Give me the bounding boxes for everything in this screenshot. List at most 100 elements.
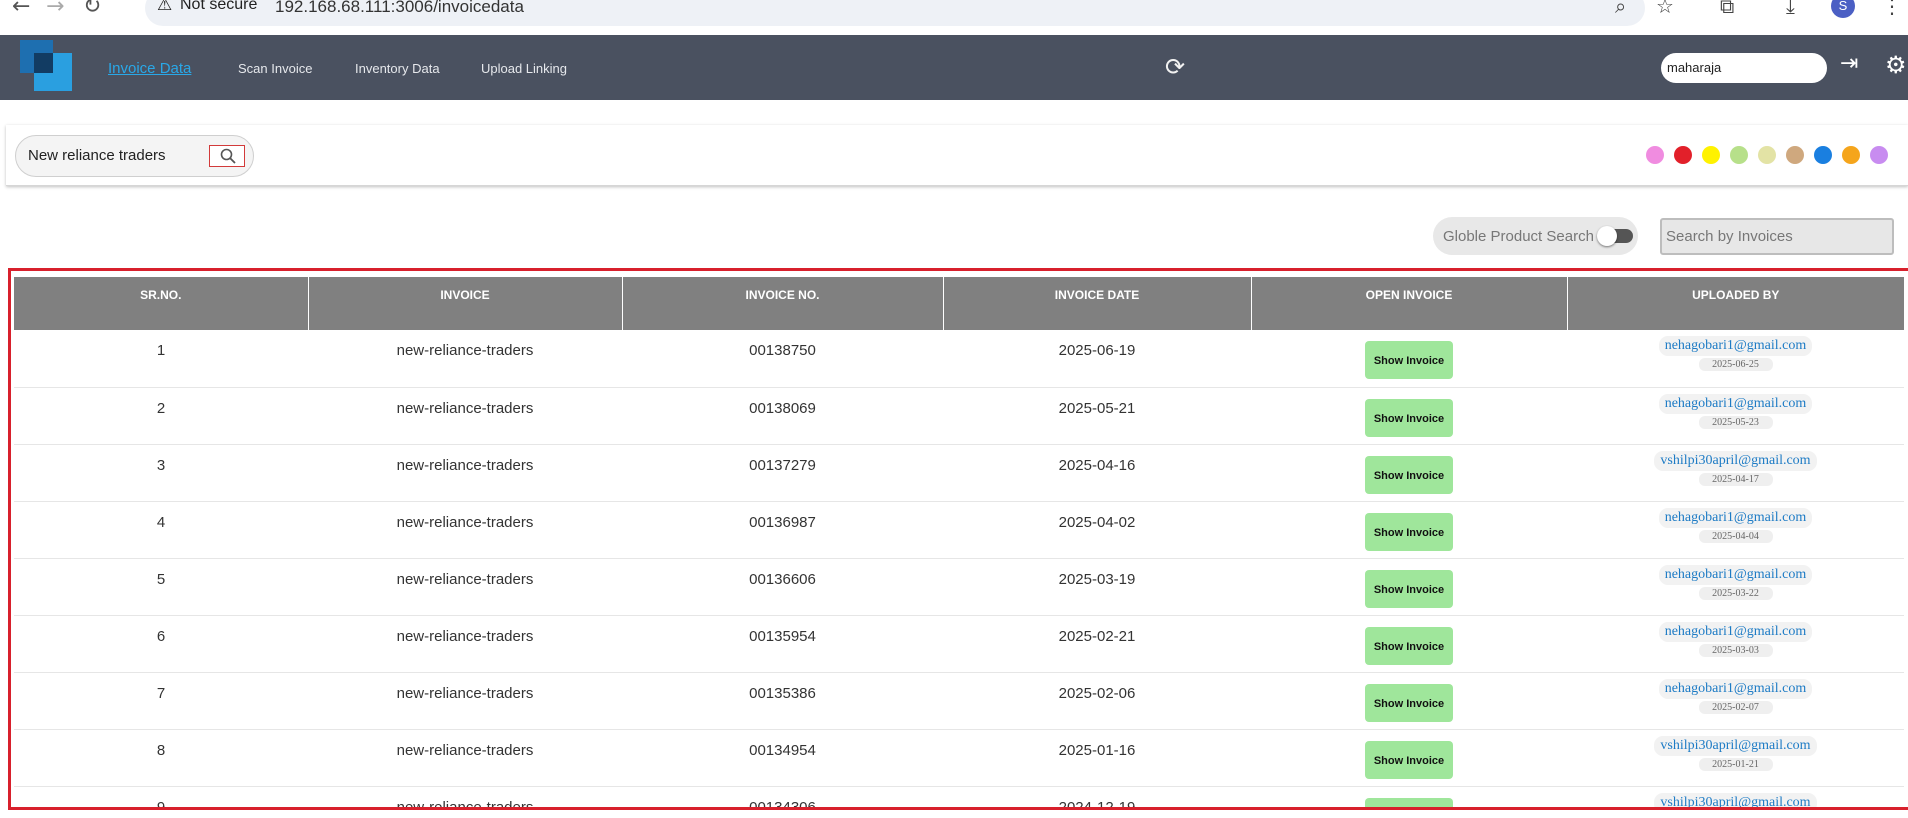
- open-invoice-cell: Show Invoice: [1251, 444, 1567, 502]
- upload-date: 2025-02-07: [1698, 700, 1773, 714]
- global-search-toggle[interactable]: [1597, 226, 1633, 246]
- invoice-name-cell: new-reliance-traders: [308, 387, 622, 445]
- column-header: INVOICE NO.: [621, 277, 943, 330]
- show-invoice-button[interactable]: Show Invoice: [1365, 398, 1453, 437]
- invoice-date-cell: 2025-03-19: [943, 558, 1251, 616]
- extensions-icon[interactable]: ⧉: [1720, 0, 1734, 18]
- supplier-search: [15, 135, 254, 177]
- sr-no-cell: 4: [14, 501, 308, 559]
- forward-arrow-icon[interactable]: →: [46, 0, 64, 19]
- search-button[interactable]: [209, 145, 245, 167]
- invoice-date-cell: 2025-06-19: [943, 330, 1251, 388]
- zoom-icon[interactable]: ⌕: [1615, 0, 1626, 18]
- color-filter-dot[interactable]: [1730, 146, 1748, 164]
- uploader-email[interactable]: vshilpi30april@gmail.com: [1654, 735, 1817, 756]
- invoice-date-cell: 2025-05-21: [943, 387, 1251, 445]
- open-invoice-cell: Show Invoice: [1251, 501, 1567, 559]
- sr-no-cell: 3: [14, 444, 308, 502]
- uploader-email[interactable]: vshilpi30april@gmail.com: [1654, 450, 1817, 471]
- color-filter-dot[interactable]: [1870, 146, 1888, 164]
- color-filter-dot[interactable]: [1758, 146, 1776, 164]
- invoice-name-cell: new-reliance-traders: [308, 615, 622, 673]
- show-invoice-button[interactable]: Show Invoice: [1365, 569, 1453, 608]
- invoice-date-cell: 2025-02-06: [943, 672, 1251, 730]
- uploader-email[interactable]: nehagobari1@gmail.com: [1658, 678, 1813, 699]
- invoice-number-cell: 00134954: [622, 729, 943, 787]
- uploader-email[interactable]: nehagobari1@gmail.com: [1658, 507, 1813, 528]
- upload-date: 2025-04-04: [1698, 529, 1773, 543]
- uploader-email[interactable]: nehagobari1@gmail.com: [1658, 393, 1813, 414]
- invoice-name-cell: new-reliance-traders: [308, 444, 622, 502]
- app-logo: [20, 40, 75, 92]
- invoice-name-cell: new-reliance-traders: [308, 786, 622, 807]
- color-filter-dot[interactable]: [1814, 146, 1832, 164]
- uploader-email[interactable]: nehagobari1@gmail.com: [1658, 336, 1813, 356]
- bookmark-star-icon[interactable]: ☆: [1656, 0, 1674, 18]
- show-invoice-button[interactable]: Show Invoice: [1365, 797, 1453, 807]
- invoice-number-cell: 00138069: [622, 387, 943, 445]
- logout-icon[interactable]: ⇥: [1840, 51, 1858, 76]
- nav-inventory-data[interactable]: Inventory Data: [355, 61, 440, 76]
- column-header: UPLOADED BY: [1566, 277, 1904, 330]
- column-header: SR.NO.: [14, 277, 308, 330]
- uploader-email[interactable]: vshilpi30april@gmail.com: [1654, 792, 1817, 807]
- uploaded-by-cell: nehagobari1@gmail.com 2025-03-22: [1567, 558, 1904, 616]
- table-row: 5 new-reliance-traders 00136606 2025-03-19 S…: [14, 558, 1904, 616]
- table-row: 9new-reliance-traders001343062024-12-19 S…: [14, 786, 1904, 807]
- show-invoice-button[interactable]: Show Invoice: [1365, 512, 1453, 551]
- table-row: 8 new-reliance-traders 00134954 2025-01-16 S…: [14, 729, 1904, 787]
- open-invoice-cell: Show Invoice: [1251, 729, 1567, 787]
- table-row: 2 new-reliance-traders 00138069 2025-05-21 S…: [14, 387, 1904, 445]
- warning-icon[interactable]: ⚠: [157, 0, 172, 15]
- color-filter-dot[interactable]: [1786, 146, 1804, 164]
- sr-no-cell: 9: [14, 786, 308, 807]
- back-arrow-icon[interactable]: ←: [12, 0, 30, 19]
- show-invoice-button[interactable]: Show Invoice: [1365, 455, 1453, 494]
- nav-scan-invoice[interactable]: Scan Invoice: [238, 61, 312, 76]
- show-invoice-button[interactable]: Show Invoice: [1365, 683, 1453, 722]
- invoice-date-cell: 2025-01-16: [943, 729, 1251, 787]
- uploaded-by-cell: nehagobari1@gmail.com 2025-02-07: [1567, 672, 1904, 730]
- open-invoice-cell: Show Invoice: [1251, 330, 1567, 388]
- uploader-email[interactable]: nehagobari1@gmail.com: [1658, 564, 1813, 585]
- table-row: 1 new-reliance-traders 00138750 2025-06-19 S…: [14, 330, 1904, 388]
- browser-menu-icon[interactable]: ⋮: [1882, 0, 1902, 18]
- show-invoice-button[interactable]: Show Invoice: [1365, 740, 1453, 779]
- uploaded-by-cell: nehagobari1@gmail.com 2025-03-03: [1567, 615, 1904, 673]
- color-filter-dot[interactable]: [1646, 146, 1664, 164]
- invoice-table: SR.NO. INVOICE INVOICE NO. INVOICE DATE …: [14, 277, 1904, 807]
- profile-avatar[interactable]: S: [1831, 0, 1855, 18]
- reload-icon[interactable]: ↻: [83, 0, 101, 19]
- upload-date: 2025-01-21: [1698, 757, 1773, 771]
- nav-upload-linking[interactable]: Upload Linking: [481, 61, 567, 76]
- uploaded-by-cell: vshilpi30april@gmail.com 2025-04-17: [1567, 444, 1904, 502]
- upload-date: 2025-03-03: [1698, 643, 1773, 657]
- color-filter-dot[interactable]: [1674, 146, 1692, 164]
- supplier-search-input[interactable]: [26, 146, 180, 165]
- invoice-search-input[interactable]: [1660, 218, 1894, 255]
- upload-date: 2025-04-17: [1698, 472, 1773, 486]
- invoice-number-cell: 00135954: [622, 615, 943, 673]
- invoice-number-cell: 00135386: [622, 672, 943, 730]
- invoice-name-cell: new-reliance-traders: [308, 330, 622, 388]
- color-filter-dot[interactable]: [1702, 146, 1720, 164]
- open-invoice-cell: Show Invoice: [1251, 786, 1567, 807]
- url-text[interactable]: 192.168.68.111:3006/invoicedata: [275, 0, 524, 17]
- browser-toolbar: ← → ↻ ⚠ Not secure 192.168.68.111:3006/i…: [0, 0, 1908, 35]
- download-icon[interactable]: ⤓: [1786, 0, 1795, 18]
- global-product-search: Globle Product Search: [1433, 217, 1638, 255]
- uploaded-by-cell: nehagobari1@gmail.com 2025-04-04: [1567, 501, 1904, 559]
- column-header: INVOICE DATE: [942, 277, 1251, 330]
- show-invoice-button[interactable]: Show Invoice: [1365, 341, 1453, 379]
- show-invoice-button[interactable]: Show Invoice: [1365, 626, 1453, 665]
- security-label[interactable]: Not secure: [180, 0, 257, 14]
- uploader-email[interactable]: nehagobari1@gmail.com: [1658, 621, 1813, 642]
- sr-no-cell: 8: [14, 729, 308, 787]
- gear-icon[interactable]: ⚙: [1885, 51, 1907, 79]
- color-filter-dot[interactable]: [1842, 146, 1860, 164]
- username-field[interactable]: maharaja: [1661, 53, 1827, 83]
- invoice-number-cell: 00137279: [622, 444, 943, 502]
- nav-invoice-data[interactable]: Invoice Data: [108, 60, 191, 77]
- invoice-number-cell: 00136987: [622, 501, 943, 559]
- sync-icon[interactable]: ⟳: [1165, 53, 1185, 81]
